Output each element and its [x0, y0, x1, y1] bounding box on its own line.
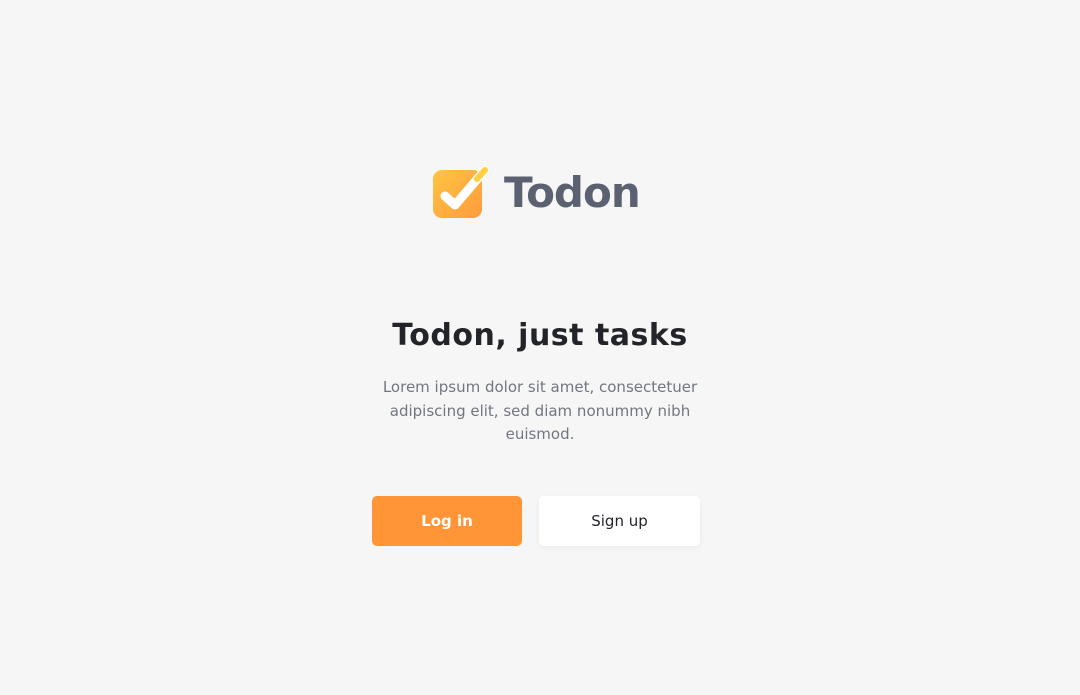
- signup-button[interactable]: Sign up: [539, 496, 700, 546]
- app-logo: Todon: [432, 165, 641, 220]
- login-button[interactable]: Log in: [372, 496, 522, 546]
- landing-page: Todon Todon, just tasks Lorem ipsum dolo…: [0, 0, 1080, 695]
- hero-description: Lorem ipsum dolor sit amet, consectetuer…: [382, 378, 698, 443]
- hero-headline: Todon, just tasks: [392, 318, 688, 353]
- brand-name: Todon: [504, 168, 641, 217]
- checkbox-check-icon: [432, 165, 490, 220]
